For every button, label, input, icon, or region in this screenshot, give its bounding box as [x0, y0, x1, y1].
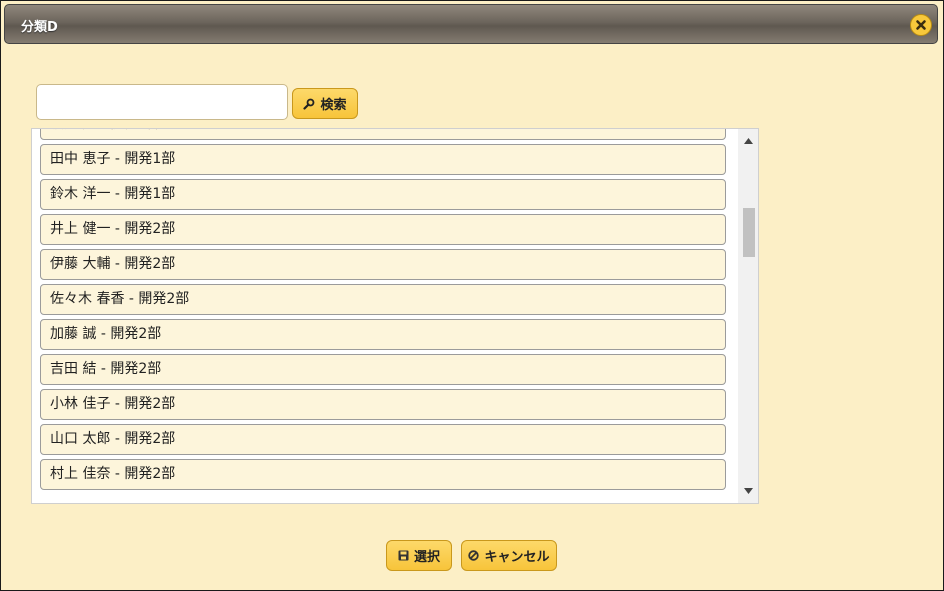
- list-item[interactable]: 村上 佳奈 - 開発2部: [40, 459, 726, 490]
- cancel-button-label: キャンセル: [484, 550, 550, 565]
- scroll-thumb[interactable]: [743, 208, 755, 257]
- dialog-title: 分類D: [21, 20, 58, 35]
- search-button[interactable]: 検索: [292, 88, 358, 119]
- close-button[interactable]: [910, 14, 932, 36]
- list-item[interactable]: 山口 太郎 - 開発2部: [40, 424, 726, 455]
- list-item[interactable]: 加藤 誠 - 開発2部: [40, 319, 726, 350]
- scrollbar[interactable]: [738, 129, 758, 503]
- list-item[interactable]: 渡辺 翔 - 開発1部: [40, 129, 726, 140]
- select-button[interactable]: 選択: [386, 540, 452, 571]
- employee-list[interactable]: 渡辺 翔 - 開発1部田中 恵子 - 開発1部鈴木 洋一 - 開発1部井上 健一…: [31, 128, 759, 504]
- list-item[interactable]: 吉田 結 - 開発2部: [40, 354, 726, 385]
- triangle-down-icon: [743, 488, 753, 494]
- search-input[interactable]: [36, 84, 288, 120]
- list-item[interactable]: 伊藤 大輔 - 開発2部: [40, 249, 726, 280]
- dialog: 分類D 検索 渡辺 翔 - 開発1部田中 恵子 - 開発1部鈴木 洋一 - 開発…: [0, 0, 944, 591]
- scroll-up-button[interactable]: [738, 131, 758, 151]
- list-item[interactable]: 田中 恵子 - 開発1部: [40, 144, 726, 175]
- search-button-label: 検索: [320, 98, 347, 113]
- select-button-label: 選択: [413, 550, 440, 565]
- magnifier-icon: [303, 98, 315, 110]
- save-icon: [398, 550, 409, 561]
- list-item[interactable]: 佐々木 春香 - 開発2部: [40, 284, 726, 315]
- close-icon: [916, 20, 926, 30]
- scroll-down-button[interactable]: [738, 481, 758, 501]
- cancel-button[interactable]: キャンセル: [461, 540, 557, 571]
- employee-list-items: 渡辺 翔 - 開発1部田中 恵子 - 開発1部鈴木 洋一 - 開発1部井上 健一…: [32, 129, 732, 494]
- dialog-titlebar: 分類D: [4, 4, 938, 44]
- cancel-icon: [468, 550, 480, 561]
- list-item[interactable]: 鈴木 洋一 - 開発1部: [40, 179, 726, 210]
- list-item[interactable]: 小林 佳子 - 開発2部: [40, 389, 726, 420]
- triangle-up-icon: [743, 138, 753, 144]
- list-item[interactable]: 井上 健一 - 開発2部: [40, 214, 726, 245]
